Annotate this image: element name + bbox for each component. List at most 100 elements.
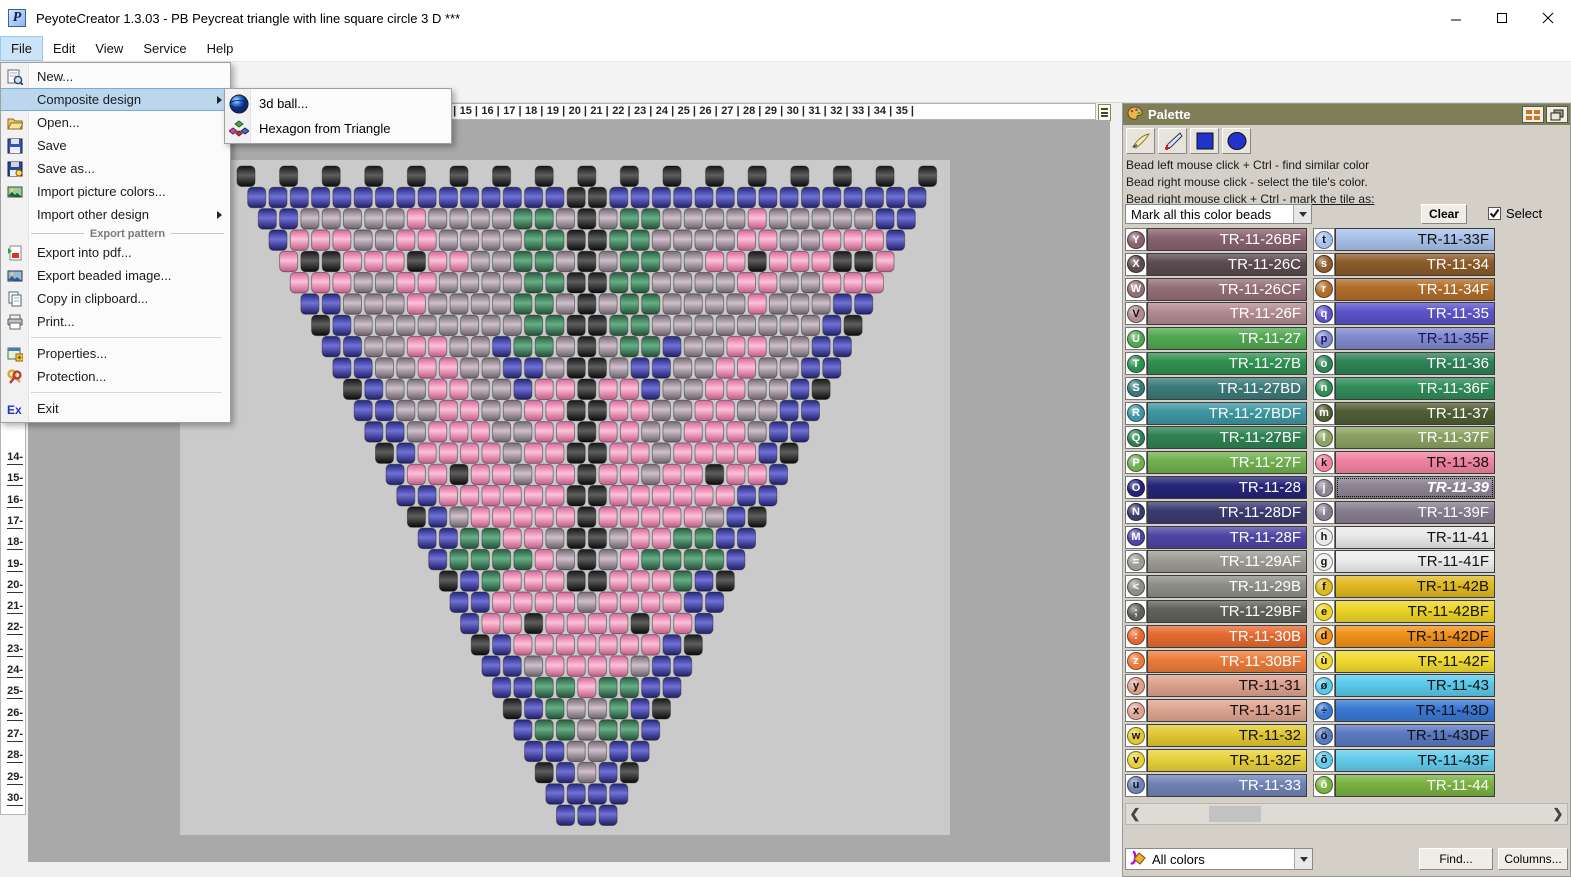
bead-letter-button[interactable]: e bbox=[1313, 600, 1335, 623]
bead[interactable] bbox=[663, 464, 681, 485]
bead[interactable] bbox=[429, 251, 447, 272]
bead[interactable] bbox=[503, 230, 521, 251]
bead[interactable] bbox=[237, 166, 255, 187]
color-code-tile[interactable]: TR-11-43D bbox=[1335, 699, 1495, 722]
bead[interactable] bbox=[706, 507, 724, 528]
submenu-item-3d-ball[interactable]: 3d ball... bbox=[225, 91, 451, 116]
bead[interactable] bbox=[397, 273, 415, 294]
bead-letter-button[interactable]: ö bbox=[1313, 724, 1335, 747]
bead[interactable] bbox=[620, 209, 638, 230]
bead[interactable] bbox=[588, 187, 606, 208]
bead[interactable] bbox=[493, 336, 511, 357]
bead-letter-button[interactable]: x bbox=[1125, 699, 1147, 722]
bead[interactable] bbox=[695, 230, 713, 251]
knife-tool-button[interactable] bbox=[1126, 128, 1155, 154]
bead[interactable] bbox=[354, 400, 372, 421]
bead[interactable] bbox=[525, 613, 543, 634]
bead[interactable] bbox=[386, 336, 404, 357]
bead[interactable] bbox=[663, 294, 681, 315]
bead[interactable] bbox=[397, 400, 415, 421]
bead[interactable] bbox=[439, 315, 457, 336]
close-button[interactable] bbox=[1525, 0, 1571, 36]
file-menu-item-open[interactable]: Open... bbox=[1, 111, 230, 134]
bead[interactable] bbox=[525, 656, 543, 677]
bead[interactable] bbox=[588, 358, 606, 379]
color-code-tile[interactable]: TR-11-27 bbox=[1147, 327, 1307, 350]
bead[interactable] bbox=[557, 422, 575, 443]
bead[interactable] bbox=[514, 422, 532, 443]
bead[interactable] bbox=[738, 528, 756, 549]
bead[interactable] bbox=[258, 209, 276, 230]
bead[interactable] bbox=[312, 187, 330, 208]
bead[interactable] bbox=[439, 358, 457, 379]
bead[interactable] bbox=[738, 230, 756, 251]
bead[interactable] bbox=[620, 166, 638, 187]
bead[interactable] bbox=[802, 315, 820, 336]
bead[interactable] bbox=[876, 251, 894, 272]
bead[interactable] bbox=[684, 592, 702, 613]
bead[interactable] bbox=[312, 273, 330, 294]
bead[interactable] bbox=[333, 315, 351, 336]
bead[interactable] bbox=[620, 762, 638, 783]
bead[interactable] bbox=[706, 294, 724, 315]
bead[interactable] bbox=[812, 251, 830, 272]
bead[interactable] bbox=[535, 464, 553, 485]
bead[interactable] bbox=[802, 187, 820, 208]
bead[interactable] bbox=[567, 358, 585, 379]
bead[interactable] bbox=[599, 549, 617, 570]
file-menu-item-export-beaded-image[interactable]: Export beaded image... bbox=[1, 264, 230, 287]
bead[interactable] bbox=[610, 571, 628, 592]
bead[interactable] bbox=[610, 187, 628, 208]
bead[interactable] bbox=[706, 209, 724, 230]
bead[interactable] bbox=[546, 315, 564, 336]
bead[interactable] bbox=[610, 699, 628, 720]
bead[interactable] bbox=[482, 358, 500, 379]
bead[interactable] bbox=[844, 315, 862, 336]
color-code-tile[interactable]: TR-11-26C bbox=[1147, 253, 1307, 276]
color-code-tile[interactable]: TR-11-27F bbox=[1147, 451, 1307, 474]
bead[interactable] bbox=[461, 358, 479, 379]
bead[interactable] bbox=[631, 486, 649, 507]
bead[interactable] bbox=[450, 507, 468, 528]
bead[interactable] bbox=[450, 336, 468, 357]
bead[interactable] bbox=[557, 464, 575, 485]
bead[interactable] bbox=[663, 677, 681, 698]
bead-letter-button[interactable]: l bbox=[1313, 426, 1335, 449]
color-code-tile[interactable]: TR-11-43 bbox=[1335, 674, 1495, 697]
bead[interactable] bbox=[386, 379, 404, 400]
bead[interactable] bbox=[461, 315, 479, 336]
bead[interactable] bbox=[642, 336, 660, 357]
bead[interactable] bbox=[376, 358, 394, 379]
bead[interactable] bbox=[578, 762, 596, 783]
bead[interactable] bbox=[599, 251, 617, 272]
file-menu-item-import-other-design[interactable]: Import other design bbox=[1, 203, 230, 226]
bead[interactable] bbox=[791, 379, 809, 400]
bead[interactable] bbox=[482, 571, 500, 592]
bead[interactable] bbox=[610, 443, 628, 464]
bead[interactable] bbox=[620, 677, 638, 698]
menubar-item-file[interactable]: File bbox=[0, 36, 43, 61]
bead[interactable] bbox=[248, 187, 266, 208]
bead[interactable] bbox=[471, 592, 489, 613]
bead[interactable] bbox=[578, 251, 596, 272]
bead[interactable] bbox=[578, 464, 596, 485]
bead[interactable] bbox=[588, 784, 606, 805]
bead[interactable] bbox=[397, 486, 415, 507]
color-code-tile[interactable]: TR-11-27BDF bbox=[1147, 402, 1307, 425]
bead[interactable] bbox=[695, 613, 713, 634]
bead[interactable] bbox=[620, 379, 638, 400]
bead[interactable] bbox=[450, 549, 468, 570]
bead[interactable] bbox=[610, 273, 628, 294]
color-code-tile[interactable]: TR-11-39F bbox=[1335, 501, 1495, 524]
bead[interactable] bbox=[407, 294, 425, 315]
color-code-tile[interactable]: TR-11-37F bbox=[1335, 426, 1495, 449]
color-code-tile[interactable]: TR-11-42BF bbox=[1335, 600, 1495, 623]
file-menu-item-properties[interactable]: Properties... bbox=[1, 342, 230, 365]
bead-letter-button[interactable]: y bbox=[1125, 674, 1147, 697]
bead[interactable] bbox=[631, 315, 649, 336]
bead[interactable] bbox=[684, 336, 702, 357]
bead[interactable] bbox=[844, 230, 862, 251]
bead[interactable] bbox=[674, 656, 692, 677]
color-code-tile[interactable]: TR-11-43DF bbox=[1335, 724, 1495, 747]
color-code-tile[interactable]: TR-11-28 bbox=[1147, 476, 1307, 499]
